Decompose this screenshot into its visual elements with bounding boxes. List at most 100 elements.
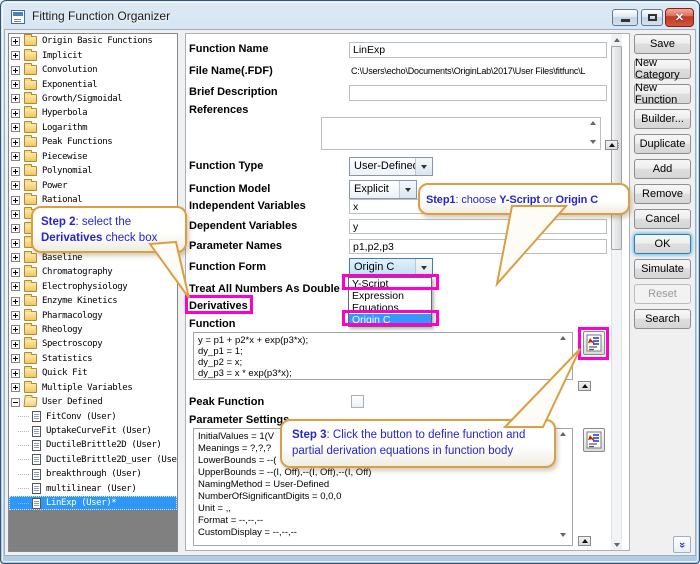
expand-icon[interactable]	[11, 51, 20, 60]
function-scroll-down-icon[interactable]	[560, 371, 566, 375]
expand-icon[interactable]	[11, 268, 20, 277]
tree-item[interactable]: Convolution	[9, 63, 177, 77]
save-button[interactable]: Save	[634, 34, 691, 54]
remove-button[interactable]: Remove	[634, 184, 691, 204]
dropdown-option-expression[interactable]: Expression	[349, 290, 431, 302]
expand-icon[interactable]	[11, 94, 20, 103]
tree-item[interactable]: Implicit	[9, 48, 177, 62]
tree-item[interactable]: Exponential	[9, 77, 177, 91]
expand-icon[interactable]	[11, 282, 20, 291]
tree-item-selected[interactable]: LinExp (User)*	[9, 496, 177, 510]
expand-icon[interactable]	[11, 239, 20, 248]
search-button[interactable]: Search	[634, 309, 691, 329]
tree-item[interactable]: Chromatography	[9, 265, 177, 279]
dropdown-option-origin-c[interactable]: Origin C	[349, 314, 431, 326]
tree-item[interactable]: Power	[9, 178, 177, 192]
duplicate-button[interactable]: Duplicate	[634, 134, 691, 154]
expand-icon[interactable]	[11, 325, 20, 334]
tree-item[interactable]: DuctileBrittle2D (User)	[9, 438, 177, 452]
expand-icon[interactable]	[11, 224, 20, 233]
expand-icon[interactable]	[11, 196, 20, 205]
more-options-button[interactable]: »	[673, 536, 691, 553]
function-model-select[interactable]: Explicit	[349, 180, 417, 199]
expand-icon[interactable]	[11, 210, 20, 219]
expand-icon[interactable]	[11, 138, 20, 147]
tree-item[interactable]: UptakeCurveFit (User)	[9, 424, 177, 438]
tree-item[interactable]: breakthrough (User)	[9, 467, 177, 481]
function-expand-button[interactable]	[578, 381, 591, 391]
references-scroll-down-icon[interactable]	[590, 140, 596, 144]
expand-icon[interactable]	[11, 311, 20, 320]
dropdown-option-equations[interactable]: Equations	[349, 302, 431, 314]
add-button[interactable]: Add	[634, 159, 691, 179]
ok-button[interactable]: OK	[634, 234, 691, 254]
tree-item[interactable]: multilinear (User)	[9, 482, 177, 496]
callout-step1-bold2: Y-Script	[499, 194, 540, 206]
dependent-variables-input[interactable]: y	[349, 219, 607, 234]
tree-item[interactable]: Spectroscopy	[9, 337, 177, 351]
expand-icon[interactable]	[11, 369, 20, 378]
expand-icon[interactable]	[11, 340, 20, 349]
tree-item[interactable]: Rheology	[9, 323, 177, 337]
tree-item[interactable]: Quick Fit	[9, 366, 177, 380]
new-function-button[interactable]: New Function	[634, 84, 691, 104]
tree-item[interactable]: Origin Basic Functions	[9, 34, 177, 48]
new-category-button[interactable]: New Category	[634, 59, 691, 79]
expand-icon[interactable]	[11, 80, 20, 89]
tree-item[interactable]: Multiple Variables	[9, 381, 177, 395]
maximize-button[interactable]	[641, 9, 663, 26]
function-type-select[interactable]: User-Defined	[349, 157, 433, 176]
references-expand-button[interactable]	[605, 140, 618, 150]
dropdown-option-y-script[interactable]: Y-Script	[349, 278, 431, 290]
expand-icon[interactable]	[11, 66, 20, 75]
parameter-names-input[interactable]: p1,p2,p3	[349, 239, 607, 254]
panel-scroll-up-button[interactable]	[611, 34, 622, 45]
expand-icon[interactable]	[11, 383, 20, 392]
simulate-button[interactable]: Simulate	[634, 259, 691, 279]
expand-icon[interactable]	[11, 167, 20, 176]
chevron-down-icon[interactable]	[415, 259, 432, 276]
expand-icon[interactable]	[11, 37, 20, 46]
tree-item[interactable]: Electrophysiology	[9, 279, 177, 293]
expand-icon[interactable]	[11, 109, 20, 118]
tree-item[interactable]: Hyperbola	[9, 106, 177, 120]
expand-icon[interactable]	[11, 181, 20, 190]
settings-expand-button[interactable]	[578, 536, 591, 546]
function-code-box[interactable]: y = p1 + p2*x + exp(p3*x); dy_p1 = 1; dy…	[193, 332, 573, 380]
builder-button[interactable]: Builder...	[634, 109, 691, 129]
expand-icon[interactable]	[11, 354, 20, 363]
tree-item[interactable]: User Defined	[9, 395, 177, 409]
tree-item[interactable]: Growth/Sigmoidal	[9, 92, 177, 106]
expand-icon[interactable]	[11, 152, 20, 161]
peak-function-checkbox[interactable]	[351, 395, 364, 408]
tree-item[interactable]: Logarithm	[9, 121, 177, 135]
panel-scroll-down-button[interactable]	[611, 539, 622, 550]
brief-description-input[interactable]	[349, 85, 607, 101]
expand-icon[interactable]	[11, 253, 20, 262]
function-name-input[interactable]: LinExp	[349, 42, 607, 58]
tree-item[interactable]: Piecewise	[9, 150, 177, 164]
tree-item[interactable]: FitConv (User)	[9, 409, 177, 423]
tree-item[interactable]: Peak Functions	[9, 135, 177, 149]
minimize-button[interactable]	[612, 9, 638, 26]
expand-icon[interactable]	[11, 297, 20, 306]
chevron-down-icon[interactable]	[399, 181, 416, 198]
function-scroll-up-icon[interactable]	[560, 336, 566, 340]
edit-parameter-settings-button[interactable]	[583, 428, 605, 452]
settings-scroll-up-icon[interactable]	[560, 432, 566, 436]
tree-item[interactable]: Enzyme Kinetics	[9, 294, 177, 308]
references-textarea[interactable]	[321, 117, 601, 150]
tree-item[interactable]: DuctileBrittle2D_user (User)	[9, 453, 177, 467]
collapse-icon[interactable]	[11, 398, 20, 407]
cancel-button[interactable]: Cancel	[634, 209, 691, 229]
references-scroll-up-icon[interactable]	[590, 121, 596, 125]
expand-icon[interactable]	[11, 123, 20, 132]
chevron-down-icon[interactable]	[415, 158, 432, 175]
tree-item[interactable]: Pharmacology	[9, 308, 177, 322]
close-button[interactable]: ✕	[665, 8, 694, 27]
settings-scroll-down-icon[interactable]	[560, 533, 566, 537]
tree-item[interactable]: Statistics	[9, 352, 177, 366]
tree-item[interactable]: Polynomial	[9, 164, 177, 178]
edit-function-code-button[interactable]	[583, 331, 605, 355]
function-form-select[interactable]: Origin C	[349, 258, 433, 277]
